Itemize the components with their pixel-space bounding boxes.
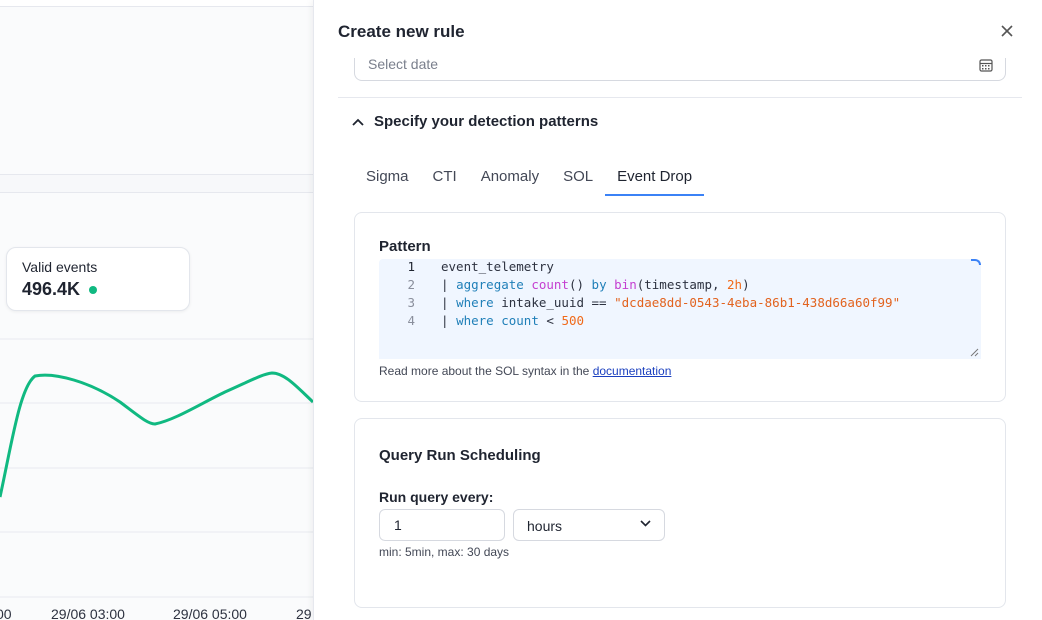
chevron-down-icon	[640, 520, 651, 527]
detection-patterns-toggle[interactable]: Specify your detection patterns	[352, 113, 598, 130]
chevron-up-icon	[352, 118, 364, 126]
tab-sigma[interactable]: Sigma	[354, 160, 421, 196]
code-line: 3 | where intake_uuid == "dcdae8dd-0543-…	[379, 295, 981, 313]
series-dot-icon	[89, 285, 98, 294]
sol-help-text: Read more about the SOL syntax in the do…	[379, 364, 671, 378]
close-icon	[1001, 25, 1013, 37]
drawer-title: Create new rule	[338, 22, 465, 41]
x-axis-tick: 00	[0, 606, 12, 620]
pattern-title: Pattern	[379, 238, 431, 255]
interval-input[interactable]	[379, 509, 505, 541]
chart-tooltip: Valid events 496.4K	[6, 247, 190, 311]
code-line: 1 event_telemetry	[379, 259, 981, 277]
tab-event-drop[interactable]: Event Drop	[605, 160, 705, 196]
header-mask	[314, 44, 1042, 58]
line-number: 3	[407, 295, 415, 310]
chart-gridlines	[0, 338, 313, 598]
code-text: | where count < 500	[441, 313, 585, 328]
documentation-link[interactable]: documentation	[593, 364, 672, 378]
code-editor[interactable]: 1 event_telemetry 2 | aggregate count() …	[379, 259, 981, 359]
tooltip-value: 496.4K	[22, 279, 81, 299]
code-line: 2 | aggregate count() by bin(timestamp, …	[379, 277, 981, 295]
run-query-label: Run query every:	[379, 489, 494, 505]
calendar-icon	[979, 59, 993, 72]
help-prefix: Read more about the SOL syntax in the	[379, 364, 593, 378]
close-button[interactable]	[996, 20, 1018, 42]
scheduling-card: Query Run Scheduling Run query every: ho…	[354, 418, 1006, 608]
code-text: event_telemetry	[441, 259, 554, 274]
scheduling-title: Query Run Scheduling	[379, 447, 541, 464]
date-placeholder: Select date	[368, 56, 439, 72]
x-axis-tick: 29	[296, 606, 312, 620]
interval-unit-select[interactable]: hours	[513, 509, 665, 541]
x-axis-tick: 29/06 05:00	[173, 606, 247, 620]
line-number: 4	[407, 313, 415, 328]
pattern-card: Pattern 1 event_telemetry 2 | aggregate …	[354, 212, 1006, 402]
create-rule-drawer: Select date Create new rule Specify your…	[313, 0, 1042, 620]
resize-handle-icon[interactable]	[970, 348, 979, 357]
tooltip-label: Valid events	[22, 259, 98, 275]
background-card	[0, 7, 313, 175]
section-title: Specify your detection patterns	[374, 113, 599, 130]
interval-hint: min: 5min, max: 30 days	[379, 545, 510, 559]
code-text: | where intake_uuid == "dcdae8dd-0543-4e…	[441, 295, 901, 310]
pattern-tabs: Sigma CTI Anomaly SOL Event Drop	[354, 160, 705, 196]
code-line: 4 | where count < 500	[379, 313, 981, 331]
background-dashboard: Valid events 496.4K 00 29/06 03:00 29/06…	[0, 0, 313, 620]
line-number: 1	[407, 259, 415, 274]
x-axis-tick: 29/06 03:00	[51, 606, 125, 620]
unit-value: hours	[527, 518, 563, 534]
section-divider	[338, 97, 1022, 98]
tab-cti[interactable]: CTI	[421, 160, 469, 196]
tab-anomaly[interactable]: Anomaly	[469, 160, 551, 196]
line-number: 2	[407, 277, 415, 292]
tab-sol[interactable]: SOL	[551, 160, 605, 196]
valid-events-series-line	[0, 371, 313, 498]
code-text: | aggregate count() by bin(timestamp, 2h…	[441, 277, 750, 292]
background-topbar	[0, 0, 313, 7]
tooltip-value-row: 496.4K	[22, 279, 174, 300]
